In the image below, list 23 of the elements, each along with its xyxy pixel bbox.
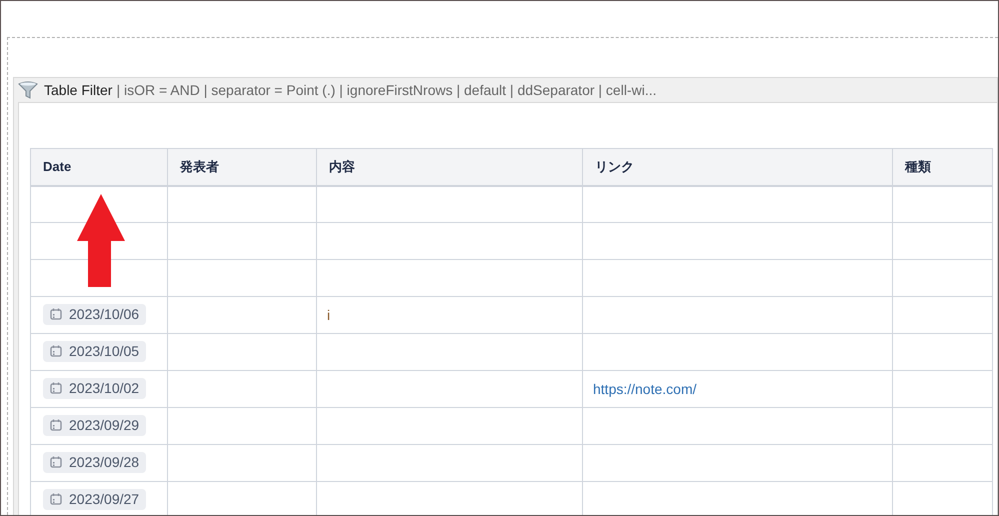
- column-header: 内容: [316, 148, 582, 186]
- column-header: 発表者: [168, 148, 316, 186]
- link[interactable]: https://note.com/: [593, 380, 696, 396]
- calendar-icon: [50, 345, 62, 358]
- funnel-icon: [18, 81, 38, 99]
- arrow-icon: [77, 194, 125, 287]
- panel-title: Table Filter: [44, 80, 112, 100]
- calendar-icon: [50, 308, 62, 320]
- calendar-icon: [50, 493, 62, 506]
- calendar-icon: [50, 382, 62, 394]
- date-badge: 2023/09/29: [43, 414, 146, 436]
- column-header: 種類: [892, 148, 992, 186]
- column-header: Date: [30, 148, 168, 186]
- calendar-icon: [50, 456, 62, 468]
- date-badge: 2023/10/05: [43, 340, 146, 362]
- date-badge: 2023/09/27: [43, 488, 146, 510]
- calendar-icon: [50, 419, 62, 432]
- date-badge: 2023/10/06: [43, 304, 146, 325]
- date-badge: 2023/09/28: [43, 452, 146, 473]
- content-text: i: [327, 306, 330, 322]
- column-header: リンク: [582, 148, 892, 186]
- filter-settings: | isOR = AND | separator = Point (.) | ignoreFirstNrows | default | ddSeparator | cell-wi...: [116, 80, 656, 100]
- date-badge: 2023/10/02: [43, 378, 146, 399]
